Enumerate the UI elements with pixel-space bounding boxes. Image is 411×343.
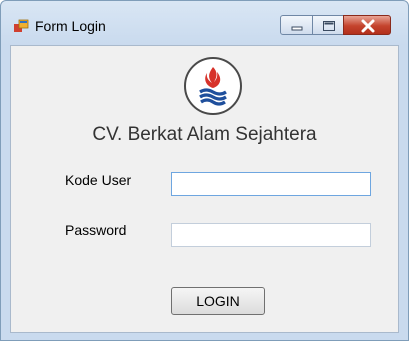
maximize-button[interactable] (312, 15, 344, 35)
maximize-icon (323, 21, 335, 31)
form-client-area: CV. Berkat Alam Sejahtera Kode User Pass… (10, 45, 399, 333)
close-button[interactable] (343, 15, 391, 35)
close-icon (361, 19, 375, 33)
title-bar[interactable]: Form Login (1, 1, 408, 45)
minimize-icon (291, 26, 303, 31)
window-title: Form Login (35, 18, 106, 34)
minimize-button[interactable] (280, 15, 313, 35)
flame-waves-logo (184, 57, 242, 115)
form-app-icon (14, 19, 29, 32)
user-code-input[interactable] (171, 172, 371, 196)
user-code-label: Kode User (65, 172, 132, 188)
login-window: Form Login CV. Berkat Alam Sejahtera Kod… (0, 0, 409, 341)
login-button[interactable]: LOGIN (171, 287, 265, 315)
company-name: CV. Berkat Alam Sejahtera (92, 124, 317, 145)
password-input[interactable] (171, 223, 371, 247)
password-label: Password (65, 222, 127, 238)
